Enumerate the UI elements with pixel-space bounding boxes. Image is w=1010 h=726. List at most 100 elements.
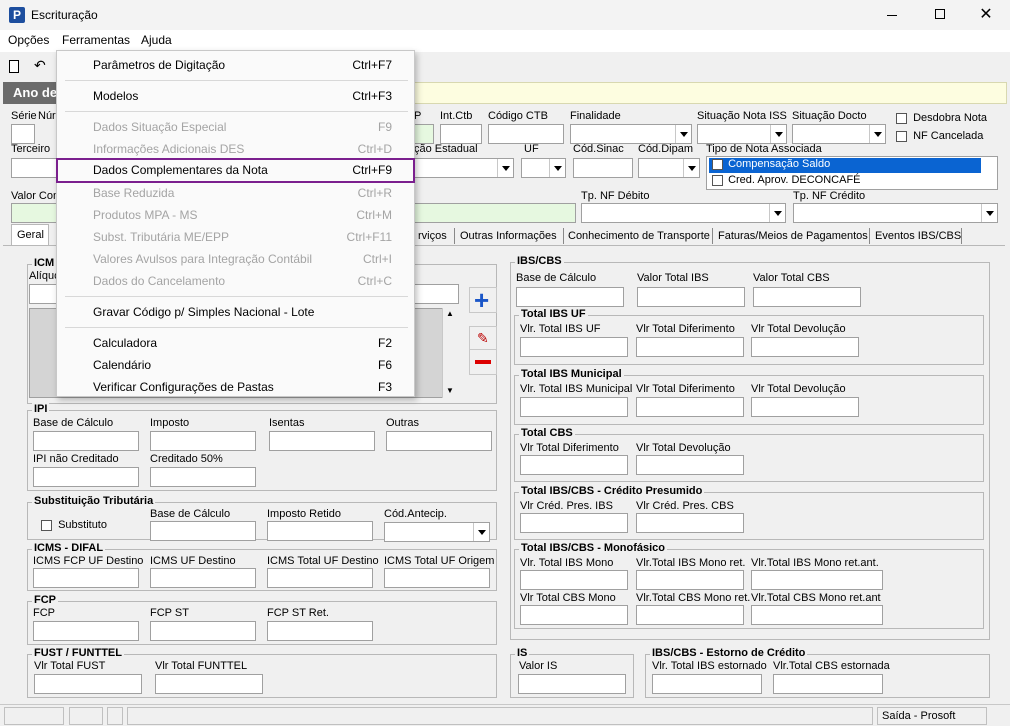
codigo-ctb-input[interactable] [488, 124, 564, 144]
substituto-checkbox[interactable]: Substituto [41, 519, 107, 531]
presumido-a-input[interactable] [520, 513, 628, 533]
assoc-option-compensacao-box[interactable] [712, 158, 723, 170]
ibscbs-base-input[interactable] [516, 287, 624, 307]
assoc-option-deconcafe-box[interactable] [712, 174, 723, 186]
inscricao-estadual-select[interactable] [414, 158, 514, 178]
menu-item-dados-situacao-especial[interactable]: Dados Situação Especial F9 [57, 117, 414, 137]
ipi-imposto-input[interactable] [150, 431, 256, 451]
add-button[interactable]: + [469, 285, 497, 315]
st-cod-antecip-select[interactable] [384, 522, 490, 542]
nf-cancelada-box[interactable] [896, 130, 907, 142]
serie-input[interactable] [11, 124, 35, 144]
cod-sinac-input[interactable] [573, 158, 633, 178]
menu-item-modelos[interactable]: Modelos Ctrl+F3 [57, 86, 414, 106]
maximize-button[interactable] [926, 6, 954, 24]
desdobra-nota-box[interactable] [896, 112, 907, 124]
menu-item-shortcut: Ctrl+D [357, 142, 392, 156]
tp-nf-debito-select[interactable] [581, 203, 786, 223]
undo-icon[interactable]: ↶ [34, 57, 46, 74]
tab-outras-informacoes[interactable]: Outras Informações [456, 228, 561, 246]
tipo-nota-associada-list[interactable]: Compensação Saldo Cred. Aprov. DECONCAFÉ [706, 156, 998, 190]
estorno-b-input[interactable] [773, 674, 883, 694]
icms-field-right[interactable] [414, 284, 459, 304]
nf-cancelada-checkbox[interactable]: NF Cancelada [896, 130, 983, 142]
ipi-creditado-50-input[interactable] [150, 467, 256, 487]
menu-ajuda[interactable]: Ajuda [141, 33, 172, 47]
fcp-st-ret-input[interactable] [267, 621, 373, 641]
uf-select[interactable] [521, 158, 566, 178]
tab-geral[interactable]: Geral [11, 224, 49, 246]
total-ibs-mun-c-input[interactable] [751, 397, 859, 417]
estorno-a-input[interactable] [652, 674, 762, 694]
ipi-base-input[interactable] [33, 431, 139, 451]
total-ibs-mun-a-input[interactable] [520, 397, 628, 417]
menu-opcoes[interactable]: Opções [8, 33, 49, 47]
valor-is-input[interactable] [518, 674, 626, 694]
finalidade-select[interactable] [570, 124, 692, 144]
menu-item-produtos-mpa-ms[interactable]: Produtos MPA - MS Ctrl+M [57, 205, 414, 225]
situacao-nota-iss-select[interactable] [697, 124, 787, 144]
menu-item-subst-tributaria-me-epp[interactable]: Subst. Tributária ME/EPP Ctrl+F11 [57, 227, 414, 247]
terceiro-input[interactable] [11, 158, 61, 178]
valor-total-cbs-input[interactable] [753, 287, 861, 307]
total-cbs-b-input[interactable] [636, 455, 744, 475]
menu-item-valores-avulsos[interactable]: Valores Avulsos para Integração Contábil… [57, 249, 414, 269]
vlr-fust-input[interactable] [34, 674, 142, 694]
difal-fcp-uf-destino-input[interactable] [33, 568, 139, 588]
assoc-option-compensacao[interactable]: Compensação Saldo [709, 158, 981, 173]
mono-b-input[interactable] [636, 570, 744, 590]
menu-item-calculadora[interactable]: Calculadora F2 [57, 333, 414, 353]
st-base-input[interactable] [150, 521, 256, 541]
tab-faturas[interactable]: Faturas/Meios de Pagamentos [714, 228, 872, 246]
difal-uf-destino-input[interactable] [150, 568, 256, 588]
mono-a-input[interactable] [520, 570, 628, 590]
ipi-nao-creditado-input[interactable] [33, 467, 139, 487]
remove-button[interactable] [469, 349, 497, 375]
menu-item-parametros-digitacao[interactable]: Parâmetros de Digitação Ctrl+F7 [57, 55, 414, 75]
menu-item-dados-complementares-nota[interactable]: Dados Complementares da Nota Ctrl+F9 [56, 158, 415, 183]
menu-item-dados-cancelamento[interactable]: Dados do Cancelamento Ctrl+C [57, 271, 414, 291]
desdobra-nota-checkbox[interactable]: Desdobra Nota [896, 112, 987, 124]
ipi-outras-input[interactable] [386, 431, 492, 451]
menu-item-gravar-codigo-simples[interactable]: Gravar Código p/ Simples Nacional - Lote [57, 302, 414, 322]
vlr-funttel-input[interactable] [155, 674, 263, 694]
presumido-b-input[interactable] [636, 513, 744, 533]
scroll-up-icon[interactable]: ▲ [446, 309, 454, 318]
menu-ferramentas[interactable]: Ferramentas [62, 33, 130, 47]
total-ibs-mun-b-input[interactable] [636, 397, 744, 417]
total-ibs-uf-b-input[interactable] [636, 337, 744, 357]
tab-eventos-ibs-cbs[interactable]: Eventos IBS/CBS [871, 228, 965, 246]
mono-c-input[interactable] [751, 570, 883, 590]
mono-e-input[interactable] [636, 605, 744, 625]
total-cbs-a-input[interactable] [520, 455, 628, 475]
assoc-option-deconcafe[interactable]: Cred. Aprov. DECONCAFÉ [709, 174, 981, 189]
mono-d-input[interactable] [520, 605, 628, 625]
menu-item-calendario[interactable]: Calendário F6 [57, 355, 414, 375]
situacao-docto-select[interactable] [792, 124, 886, 144]
tp-nf-credito-select[interactable] [793, 203, 998, 223]
new-document-icon[interactable] [9, 60, 19, 73]
tab-servicos[interactable]: rviços [414, 228, 451, 246]
fcp-st-input[interactable] [150, 621, 256, 641]
menu-item-informacoes-adicionais-des[interactable]: Informações Adicionais DES Ctrl+D [57, 139, 414, 159]
icms-list-scrollbar[interactable]: ▲ ▼ [442, 308, 458, 398]
int-ctb-input[interactable] [440, 124, 482, 144]
difal-total-uf-origem-input[interactable] [384, 568, 490, 588]
difal-total-uf-destino-input[interactable] [267, 568, 373, 588]
fcp-input[interactable] [33, 621, 139, 641]
aliquota-input[interactable] [29, 284, 59, 304]
substituto-box[interactable] [41, 519, 52, 531]
valor-total-ibs-input[interactable] [637, 287, 745, 307]
menu-item-verificar-configuracoes[interactable]: Verificar Configurações de Pastas F3 [57, 377, 414, 397]
minimize-button[interactable] [878, 6, 906, 24]
total-ibs-uf-a-input[interactable] [520, 337, 628, 357]
close-button[interactable]: ✕ [972, 4, 1000, 26]
ipi-isentas-input[interactable] [269, 431, 375, 451]
scroll-down-icon[interactable]: ▼ [446, 386, 454, 395]
st-imposto-retido-input[interactable] [267, 521, 373, 541]
mono-f-input[interactable] [751, 605, 883, 625]
cod-dipam-select[interactable] [638, 158, 700, 178]
tab-conhecimento-transporte[interactable]: Conhecimento de Transporte [564, 228, 714, 246]
total-ibs-uf-c-input[interactable] [751, 337, 859, 357]
menu-item-base-reduzida[interactable]: Base Reduzida Ctrl+R [57, 183, 414, 203]
